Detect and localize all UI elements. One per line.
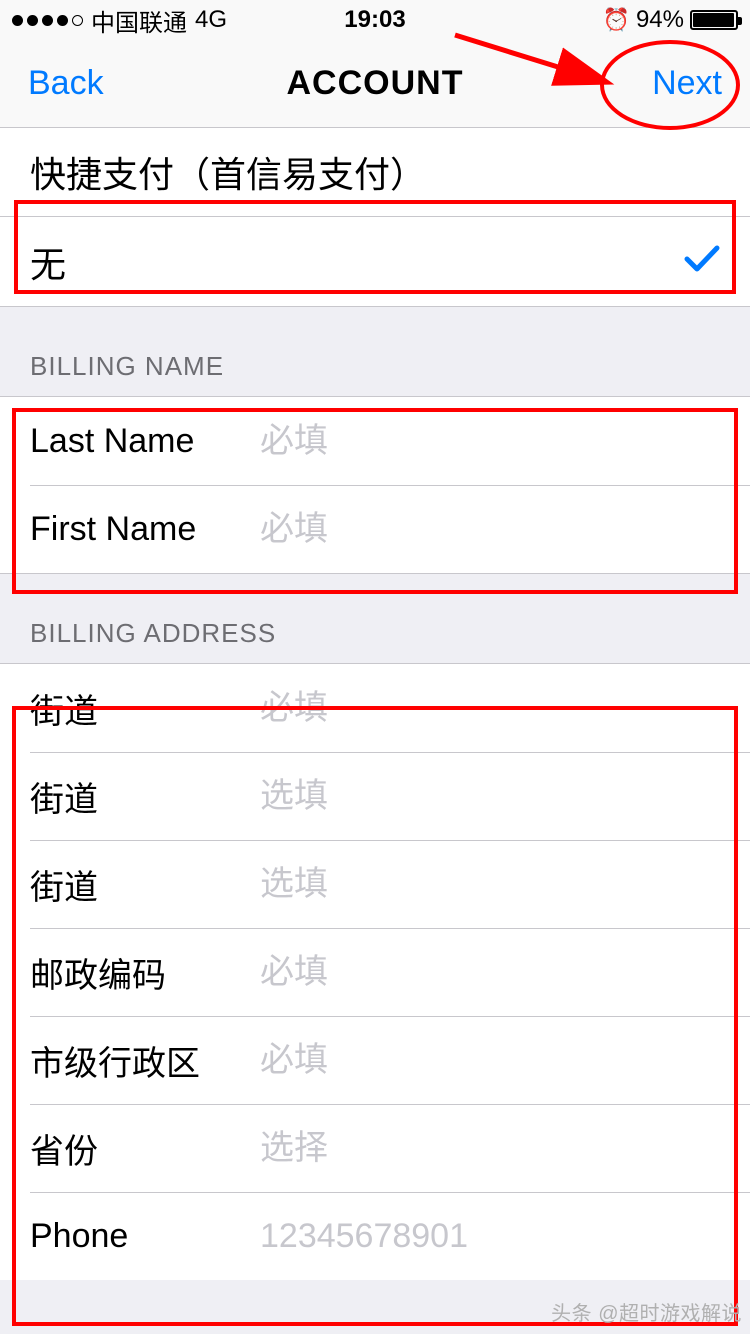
page-title: ACCOUNT — [287, 64, 464, 103]
signal-icon — [12, 15, 83, 26]
street1-row[interactable]: 街道 — [0, 664, 750, 752]
street2-row[interactable]: 街道 — [0, 752, 750, 840]
phone-row[interactable]: Phone — [0, 1192, 750, 1280]
city-row[interactable]: 市级行政区 — [0, 1016, 750, 1104]
network-label: 4G — [195, 6, 227, 34]
city-input[interactable] — [260, 1041, 720, 1080]
alarm-icon: ⏰ — [603, 7, 630, 33]
province-input[interactable] — [260, 1129, 720, 1168]
last-name-input[interactable] — [260, 422, 720, 461]
city-label: 市级行政区 — [30, 1036, 260, 1085]
status-right: ⏰ 94% — [603, 6, 738, 34]
last-name-row[interactable]: Last Name — [0, 397, 750, 485]
status-left: 中国联通 4G — [12, 3, 227, 38]
payment-none-label: 无 — [30, 236, 66, 288]
street3-row[interactable]: 街道 — [0, 840, 750, 928]
street3-label: 街道 — [30, 860, 260, 909]
watermark: 头条 @超时游戏解说 — [551, 1297, 742, 1326]
nav-bar: Back ACCOUNT Next — [0, 40, 750, 128]
postal-row[interactable]: 邮政编码 — [0, 928, 750, 1016]
payment-method-row[interactable]: 快捷支付（首信易支付） — [0, 128, 750, 216]
payment-group: 快捷支付（首信易支付） 无 — [0, 128, 750, 307]
billing-name-header: BILLING NAME — [0, 307, 750, 396]
billing-address-header: BILLING ADDRESS — [0, 574, 750, 663]
street1-label: 街道 — [30, 684, 260, 733]
billing-address-group: 街道 街道 街道 邮政编码 市级行政区 省份 Phone — [0, 663, 750, 1280]
payment-method-label: 快捷支付（首信易支付） — [30, 154, 426, 195]
first-name-label: First Name — [30, 510, 260, 549]
battery-icon — [690, 10, 738, 30]
status-time: 19:03 — [344, 6, 405, 34]
street1-input[interactable] — [260, 689, 720, 728]
province-label: 省份 — [30, 1124, 260, 1173]
postal-label: 邮政编码 — [30, 948, 260, 997]
postal-input[interactable] — [260, 953, 720, 992]
status-bar: 中国联通 4G 19:03 ⏰ 94% — [0, 0, 750, 40]
first-name-row[interactable]: First Name — [0, 485, 750, 573]
back-button[interactable]: Back — [28, 64, 104, 103]
last-name-label: Last Name — [30, 422, 260, 461]
province-row[interactable]: 省份 — [0, 1104, 750, 1192]
street2-input[interactable] — [260, 777, 720, 816]
payment-none-row[interactable]: 无 — [0, 216, 750, 306]
phone-input[interactable] — [260, 1217, 720, 1256]
billing-name-group: Last Name First Name — [0, 396, 750, 574]
first-name-input[interactable] — [260, 510, 720, 549]
phone-label: Phone — [30, 1217, 260, 1256]
checkmark-icon — [684, 239, 720, 284]
street2-label: 街道 — [30, 772, 260, 821]
battery-label: 94% — [636, 6, 684, 34]
carrier-label: 中国联通 — [91, 3, 187, 38]
next-button[interactable]: Next — [652, 64, 722, 103]
street3-input[interactable] — [260, 865, 720, 904]
